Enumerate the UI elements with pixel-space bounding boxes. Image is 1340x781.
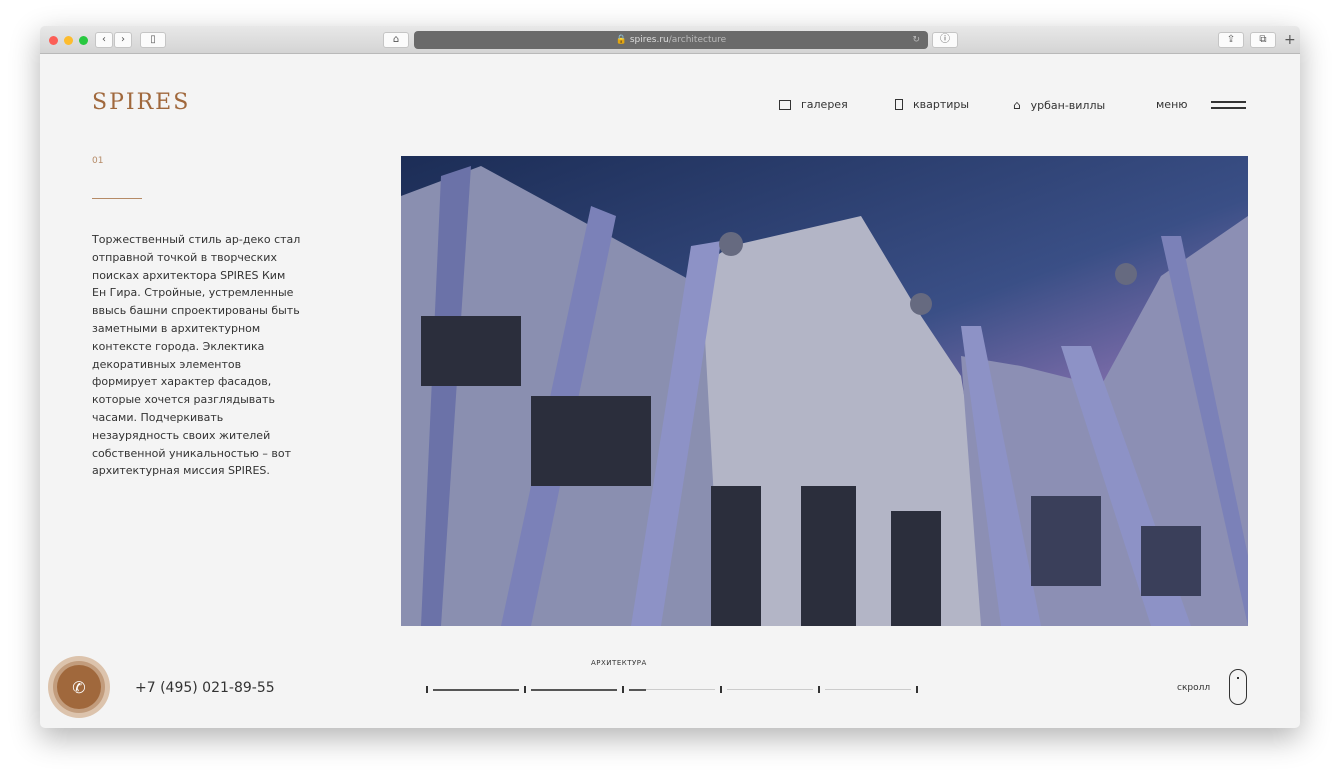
progress-tick[interactable] (622, 686, 624, 693)
section-progress (426, 686, 918, 693)
minimize-dot[interactable] (64, 36, 73, 45)
url-path: /architecture (668, 35, 727, 45)
progress-tick[interactable] (818, 686, 820, 693)
new-tab-icon[interactable]: + (1284, 32, 1296, 48)
progress-tick[interactable] (426, 686, 428, 693)
logo[interactable]: SPIRES (92, 90, 190, 115)
hamburger-icon[interactable] (1211, 101, 1246, 109)
progress-fill (531, 688, 617, 691)
progress-segment[interactable] (727, 689, 813, 690)
home-icon[interactable]: ⌂ (383, 32, 409, 48)
architecture-photo (401, 156, 1248, 626)
reload-icon[interactable]: ↻ (912, 31, 920, 49)
divider (92, 198, 142, 199)
nav-label: урбан-виллы (1030, 98, 1106, 112)
progress-tick[interactable] (524, 686, 526, 693)
progress-segment[interactable] (433, 688, 519, 691)
phone-number[interactable]: +7 (495) 021-89-55 (135, 680, 275, 696)
progress-segment[interactable] (825, 689, 911, 690)
progress-fill (433, 688, 519, 691)
address-bar[interactable]: 🔒 spires.ru/architecture ↻ (414, 31, 928, 49)
progress-tick[interactable] (720, 686, 722, 693)
phone-icon: ✆ (57, 665, 101, 709)
progress-segment[interactable] (629, 688, 715, 691)
menu-button[interactable]: меню (1156, 98, 1188, 111)
info-icon[interactable]: ⓘ (932, 32, 958, 48)
section-label: АРХИТЕКТУРА (591, 659, 647, 667)
nav-label: квартиры (913, 98, 970, 111)
door-icon (895, 99, 903, 110)
progress-tick[interactable] (916, 686, 918, 693)
house-icon: ⌂ (1013, 98, 1021, 112)
mouse-scroll-icon[interactable] (1229, 669, 1247, 705)
menu-label: меню (1156, 98, 1188, 111)
share-icon[interactable]: ⇪ (1218, 32, 1244, 48)
browser-window: ‹ › ▯ ⌂ 🔒 spires.ru/architecture ↻ ⓘ ⇪ ⧉ … (40, 26, 1300, 728)
nav-apartments[interactable]: квартиры (895, 98, 969, 111)
progress-segment[interactable] (531, 688, 617, 691)
intro-text: Торжественный стиль ар-деко стал отправн… (92, 233, 301, 478)
nav-urban-villas[interactable]: ⌂ урбан-виллы (1013, 98, 1105, 112)
section-number: 01 (92, 156, 104, 166)
tabs-icon[interactable]: ⧉ (1250, 32, 1276, 48)
zoom-dot[interactable] (79, 36, 88, 45)
back-icon[interactable]: ‹ (95, 32, 113, 48)
close-dot[interactable] (49, 36, 58, 45)
progress-fill (629, 688, 647, 691)
nav-gallery[interactable]: галерея (779, 98, 848, 111)
call-button[interactable]: ✆ (48, 656, 110, 718)
nav-label: галерея (801, 98, 848, 111)
url-host: spires.ru (629, 35, 669, 45)
forward-icon[interactable]: › (114, 32, 132, 48)
gallery-icon (779, 99, 791, 110)
scroll-label: скролл (1177, 683, 1211, 693)
browser-toolbar: ‹ › ▯ ⌂ 🔒 spires.ru/architecture ↻ ⓘ ⇪ ⧉ … (40, 26, 1300, 54)
sidebar-icon[interactable]: ▯ (140, 32, 166, 48)
